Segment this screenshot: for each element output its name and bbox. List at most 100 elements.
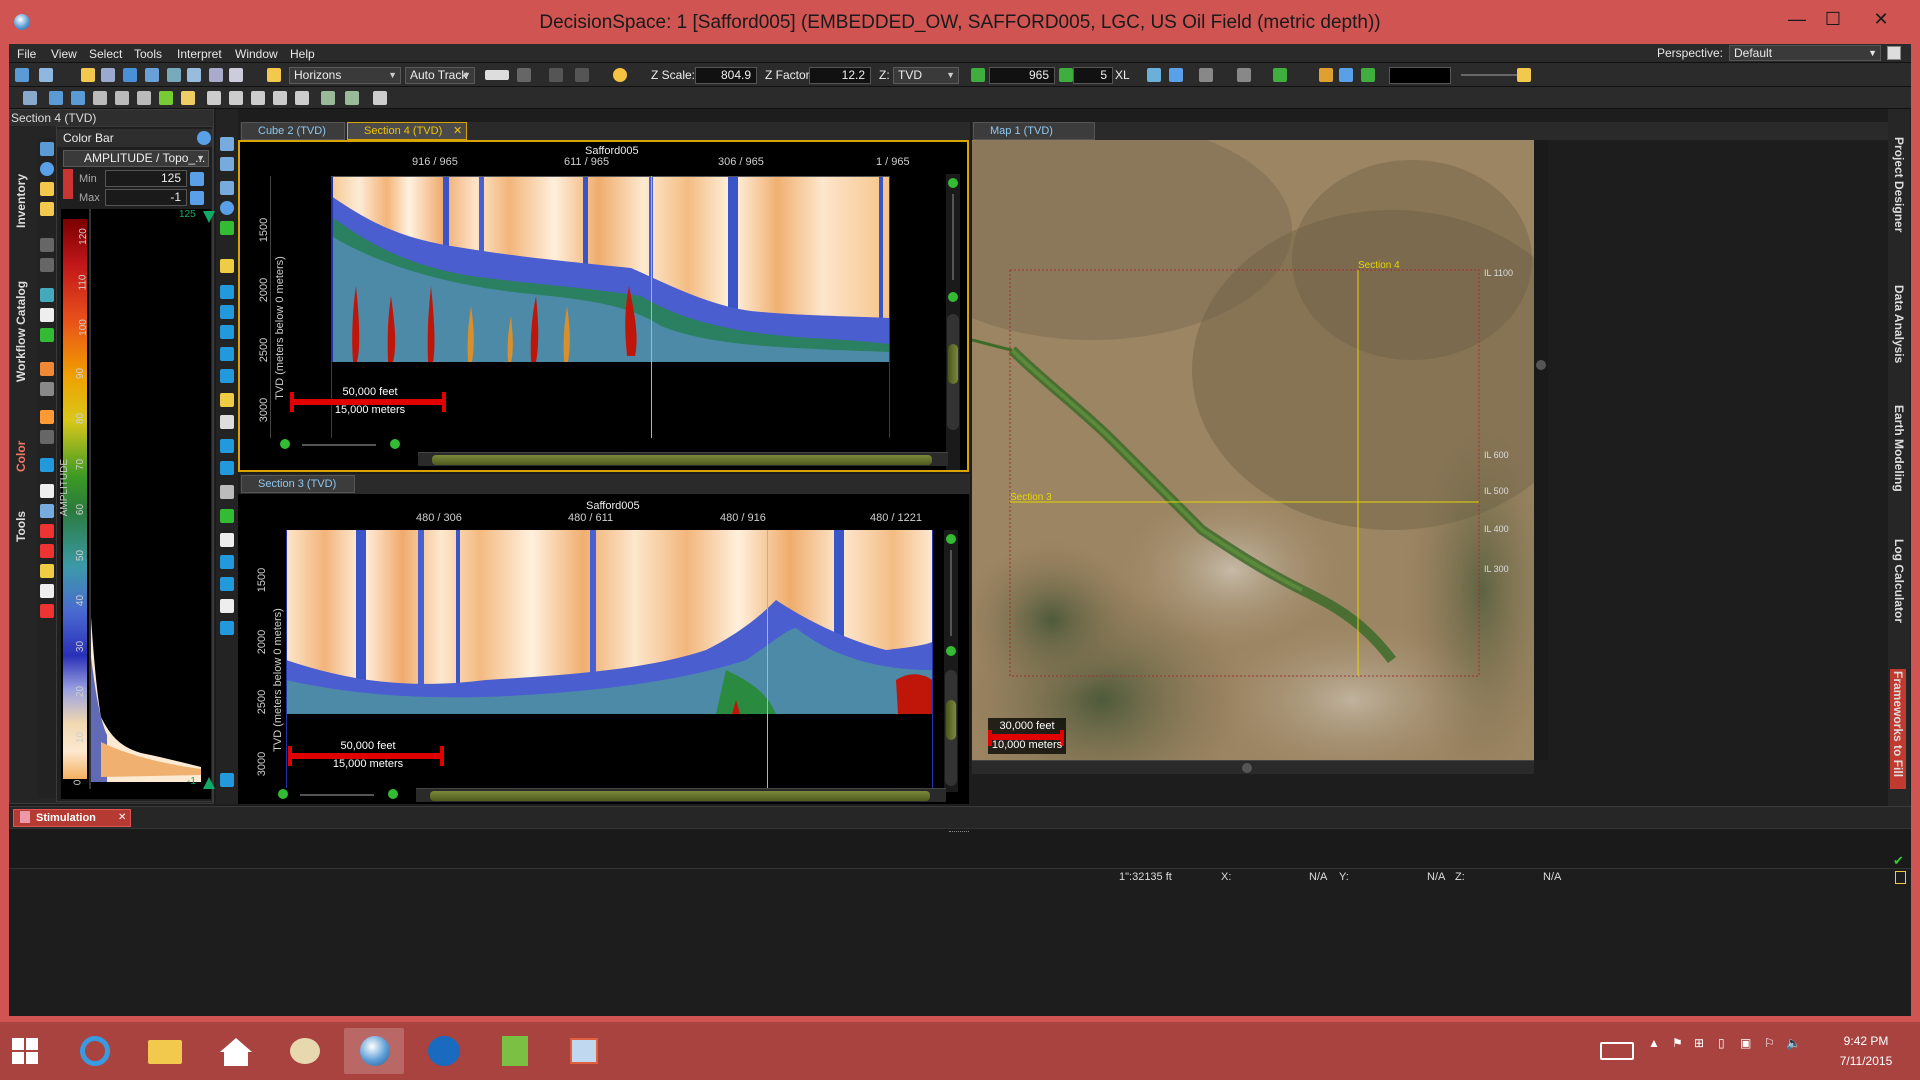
section3-view[interactable]: Safford005 480 / 306 480 / 611 480 / 916…: [238, 494, 969, 804]
tool-icon[interactable]: [220, 285, 234, 299]
zoom-in-icon[interactable]: [946, 534, 956, 544]
min-marker-icon[interactable]: [203, 777, 215, 789]
redo-icon[interactable]: [40, 258, 54, 272]
step-input[interactable]: 5: [1073, 67, 1113, 84]
smooth-icon[interactable]: [517, 68, 531, 82]
tool-icon[interactable]: [23, 91, 37, 105]
menu-tools[interactable]: Tools: [134, 47, 162, 61]
light-icon[interactable]: [613, 68, 627, 82]
tool-icon[interactable]: [220, 577, 234, 591]
attribute-dropdown[interactable]: AMPLITUDE / Topo_... ▼: [63, 150, 209, 167]
tool-icon[interactable]: [1169, 68, 1183, 82]
zoom-in-icon[interactable]: [220, 181, 234, 195]
tool-icon[interactable]: [321, 91, 335, 105]
folder-icon[interactable]: [81, 68, 95, 82]
tool-icon[interactable]: [1361, 68, 1375, 82]
zoom-in-icon[interactable]: [388, 789, 398, 799]
undo-icon[interactable]: [40, 238, 54, 252]
tool-icon[interactable]: [40, 202, 54, 216]
vtab-data-analysis[interactable]: Data Analysis: [1892, 285, 1906, 375]
zoom-out-icon[interactable]: [280, 439, 290, 449]
pencil-icon[interactable]: [267, 68, 281, 82]
maximize-button[interactable]: ☐: [1818, 8, 1848, 30]
menu-file[interactable]: File: [17, 47, 36, 61]
zoom-slider[interactable]: [952, 194, 954, 280]
pick-icon[interactable]: [123, 68, 137, 82]
calculator-icon[interactable]: [484, 1028, 544, 1074]
close-tab-icon[interactable]: ✕: [453, 124, 462, 137]
tool-icon[interactable]: [40, 142, 54, 156]
tool-icon[interactable]: [220, 221, 234, 235]
redo-icon[interactable]: [575, 68, 589, 82]
internet-explorer-icon[interactable]: [64, 1028, 124, 1074]
tab-section-3[interactable]: Section 3 (TVD): [241, 475, 355, 493]
tool-icon[interactable]: [220, 461, 234, 475]
step-forward-icon[interactable]: [1059, 68, 1073, 82]
clock-date[interactable]: 7/11/2015: [1830, 1054, 1902, 1068]
tool-icon[interactable]: [40, 458, 54, 472]
windows-icon[interactable]: ⊞: [1694, 1036, 1704, 1050]
max-marker-icon[interactable]: [203, 211, 215, 223]
tool-icon[interactable]: [251, 91, 265, 105]
tool-icon[interactable]: [40, 604, 54, 618]
zoom-out-icon[interactable]: [948, 292, 958, 302]
tool-icon[interactable]: [373, 91, 387, 105]
vtab-tools[interactable]: Tools: [14, 482, 28, 542]
tool-icon[interactable]: [220, 599, 234, 613]
decisionspace-icon[interactable]: [344, 1028, 404, 1074]
vtab-frameworks-to-fill[interactable]: Frameworks to Fill: [1890, 669, 1906, 789]
map-hscroll[interactable]: [972, 760, 1534, 774]
keyboard-icon[interactable]: [1600, 1042, 1634, 1060]
clock-time[interactable]: 9:42 PM: [1830, 1034, 1902, 1048]
tool-icon[interactable]: [49, 91, 63, 105]
save-icon[interactable]: [39, 68, 53, 82]
autotrack-dropdown[interactable]: Auto Track ▼: [405, 67, 475, 84]
snapshot-icon[interactable]: [229, 68, 243, 82]
tool-icon[interactable]: [220, 415, 234, 429]
vtab-earth-modeling[interactable]: Earth Modeling: [1892, 405, 1906, 515]
tool-icon[interactable]: [220, 305, 234, 319]
tool-icon[interactable]: [220, 439, 234, 453]
tool-icon[interactable]: [220, 621, 234, 635]
tool-icon[interactable]: [40, 484, 54, 498]
print-icon[interactable]: [187, 68, 201, 82]
tool-icon[interactable]: [40, 308, 54, 322]
close-tab-icon[interactable]: ✕: [118, 812, 126, 823]
menu-view[interactable]: View: [51, 47, 77, 61]
network-icon[interactable]: ▣: [1740, 1036, 1751, 1050]
menu-help[interactable]: Help: [290, 47, 315, 61]
measure-icon[interactable]: [167, 68, 181, 82]
new-project-icon[interactable]: [15, 68, 29, 82]
tool-icon[interactable]: [40, 362, 54, 376]
tab-stimulation[interactable]: Stimulation ✕: [13, 809, 131, 827]
tool-icon[interactable]: [40, 430, 54, 444]
vtab-project-designer[interactable]: Project Designer: [1892, 137, 1906, 257]
well-icon[interactable]: [1273, 68, 1287, 82]
tool-icon[interactable]: [220, 773, 234, 787]
bookmark-icon[interactable]: [1199, 68, 1213, 82]
tool-icon[interactable]: [40, 382, 54, 396]
reset-min-icon[interactable]: [190, 172, 204, 186]
tool-icon[interactable]: [40, 584, 54, 598]
reset-max-icon[interactable]: [190, 191, 204, 205]
power-icon[interactable]: ▯: [1718, 1036, 1725, 1050]
tab-section-4[interactable]: Section 4 (TVD): [347, 122, 467, 140]
zoom-in-icon[interactable]: [948, 178, 958, 188]
tool-icon[interactable]: [273, 91, 287, 105]
zoom-icon[interactable]: [220, 137, 234, 151]
tab-cube-2[interactable]: Cube 2 (TVD): [241, 122, 345, 140]
tool-icon[interactable]: [93, 91, 107, 105]
tool-icon[interactable]: [1517, 68, 1531, 82]
splitter-handle[interactable]: [949, 831, 969, 834]
show-hidden-icons[interactable]: ▲: [1648, 1036, 1660, 1050]
map-vscroll[interactable]: [1534, 140, 1548, 760]
horizontal-scrollbar[interactable]: [418, 452, 948, 466]
app-icon[interactable]: [414, 1028, 474, 1074]
tool-icon[interactable]: [220, 509, 234, 523]
lock-icon[interactable]: [63, 169, 73, 199]
vertical-scrollbar[interactable]: [945, 670, 957, 786]
scrollbar-thumb[interactable]: [948, 344, 958, 384]
refresh-icon[interactable]: [40, 162, 54, 176]
tool-icon[interactable]: [1319, 68, 1333, 82]
horizons-dropdown[interactable]: Horizons ▼: [289, 67, 401, 84]
